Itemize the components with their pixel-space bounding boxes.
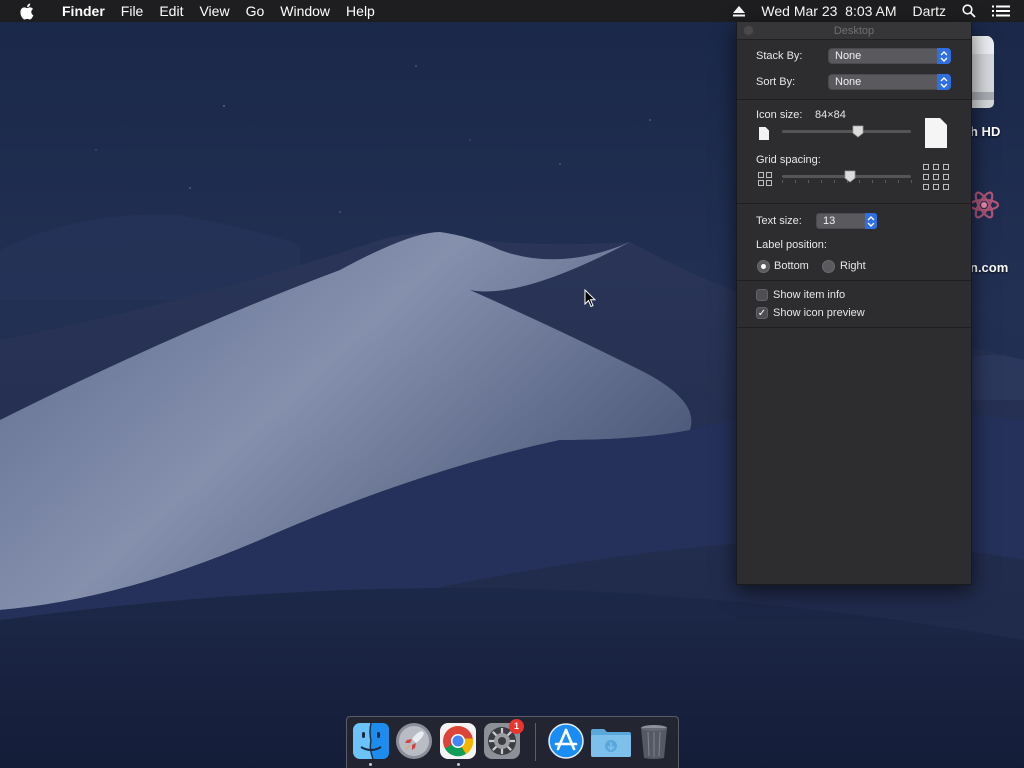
stack-by-popup[interactable]: None	[828, 48, 951, 64]
app-icon	[970, 191, 1000, 219]
apple-menu-icon[interactable]	[19, 0, 39, 22]
running-indicator	[369, 763, 372, 766]
search-icon[interactable]	[954, 0, 984, 22]
panel-title: Desktop	[833, 25, 875, 37]
arrangement-section: Stack By: None Sort By: None	[737, 41, 971, 100]
app-store-icon	[548, 723, 584, 759]
text-size-value: 13	[823, 215, 836, 227]
wide-grid-icon	[923, 164, 949, 190]
slider-track	[782, 130, 911, 133]
running-indicator	[457, 763, 460, 766]
grid-spacing-label: Grid spacing:	[756, 154, 821, 166]
slider-tick	[898, 180, 900, 183]
slider-tick	[885, 180, 887, 183]
downloads-folder-icon	[591, 729, 631, 757]
slider-thumb[interactable]	[844, 170, 856, 183]
slider-tick	[833, 180, 835, 183]
stack-by-label: Stack By:	[756, 50, 803, 62]
launchpad-icon	[396, 723, 432, 759]
chevron-updown-icon	[865, 213, 877, 229]
trash-icon	[641, 725, 667, 759]
desktop-item-label: n.com	[970, 260, 1009, 275]
slider-tick	[872, 180, 874, 183]
dock-item-chrome[interactable]	[439, 722, 477, 760]
mouse-cursor-icon	[584, 289, 596, 308]
chrome-icon	[440, 723, 476, 759]
show-item-info-checkbox[interactable]	[756, 289, 768, 301]
sort-by-label: Sort By:	[756, 76, 796, 88]
dock-separator	[535, 723, 536, 761]
menu-window[interactable]: Window	[272, 0, 338, 22]
large-document-icon	[925, 118, 947, 148]
slider-tick	[807, 180, 809, 183]
desktop-item-label: h HD	[970, 124, 1001, 139]
finder-icon	[353, 722, 389, 760]
slider-tick	[859, 180, 861, 183]
stack-by-value: None	[835, 50, 862, 62]
size-section: Icon size: 84×84 Grid spacing:	[737, 100, 971, 204]
panel-title-bar[interactable]: Desktop	[737, 22, 971, 40]
text-size-label: Text size:	[756, 215, 802, 227]
label-position-label: Label position:	[756, 239, 827, 251]
chevron-updown-icon	[937, 48, 951, 64]
slider-tick	[794, 180, 796, 183]
show-icon-preview-checkbox[interactable]: ✓	[756, 307, 768, 319]
eject-icon[interactable]	[725, 0, 753, 22]
label-position-bottom-label[interactable]: Bottom	[774, 260, 809, 272]
menu-user[interactable]: Dartz	[905, 0, 954, 22]
slider-tick	[911, 180, 912, 183]
text-size-popup[interactable]: 13	[816, 213, 877, 229]
sort-by-value: None	[835, 76, 862, 88]
close-button[interactable]	[743, 25, 754, 36]
sort-by-popup[interactable]: None	[828, 74, 951, 90]
dock-item-downloads[interactable]	[590, 722, 631, 760]
menu-view[interactable]: View	[191, 0, 237, 22]
text-section: Text size: 13 Label position: Bottom Rig…	[737, 204, 971, 281]
show-item-info-label[interactable]: Show item info	[773, 289, 845, 301]
tight-grid-icon	[758, 172, 772, 186]
view-options-panel: Desktop Stack By: None Sort By: None Ico…	[736, 22, 972, 585]
label-position-bottom-radio[interactable]	[757, 260, 770, 273]
dock-item-system-preferences[interactable]: 1	[483, 719, 524, 760]
slider-tick	[820, 180, 822, 183]
menu-clock[interactable]: Wed Mar 23 8:03 AM	[753, 0, 904, 22]
notification-badge: 1	[509, 719, 524, 734]
menu-app-name[interactable]: Finder	[54, 0, 113, 22]
menu-help[interactable]: Help	[338, 0, 383, 22]
menu-edit[interactable]: Edit	[151, 0, 191, 22]
label-position-right-radio[interactable]	[822, 260, 835, 273]
menu-go[interactable]: Go	[238, 0, 273, 22]
menu-bar: Finder File Edit View Go Window Help Wed…	[0, 0, 1024, 22]
dock: 1	[346, 716, 679, 768]
small-document-icon	[759, 127, 769, 140]
slider-thumb[interactable]	[852, 125, 864, 138]
dock-item-finder[interactable]	[352, 722, 390, 760]
dock-item-app-store[interactable]	[547, 722, 585, 760]
show-icon-preview-label[interactable]: Show icon preview	[773, 307, 865, 319]
slider-tick	[782, 180, 783, 183]
options-section: Show item info ✓ Show icon preview	[737, 281, 971, 328]
dock-item-trash[interactable]	[636, 722, 674, 760]
menu-file[interactable]: File	[113, 0, 152, 22]
dock-item-launchpad[interactable]	[395, 722, 433, 760]
list-icon[interactable]	[984, 0, 1024, 22]
icon-size-label: Icon size:	[756, 109, 803, 121]
label-position-right-label[interactable]: Right	[840, 260, 866, 272]
chevron-updown-icon	[937, 74, 951, 90]
icon-size-value: 84×84	[815, 109, 846, 121]
